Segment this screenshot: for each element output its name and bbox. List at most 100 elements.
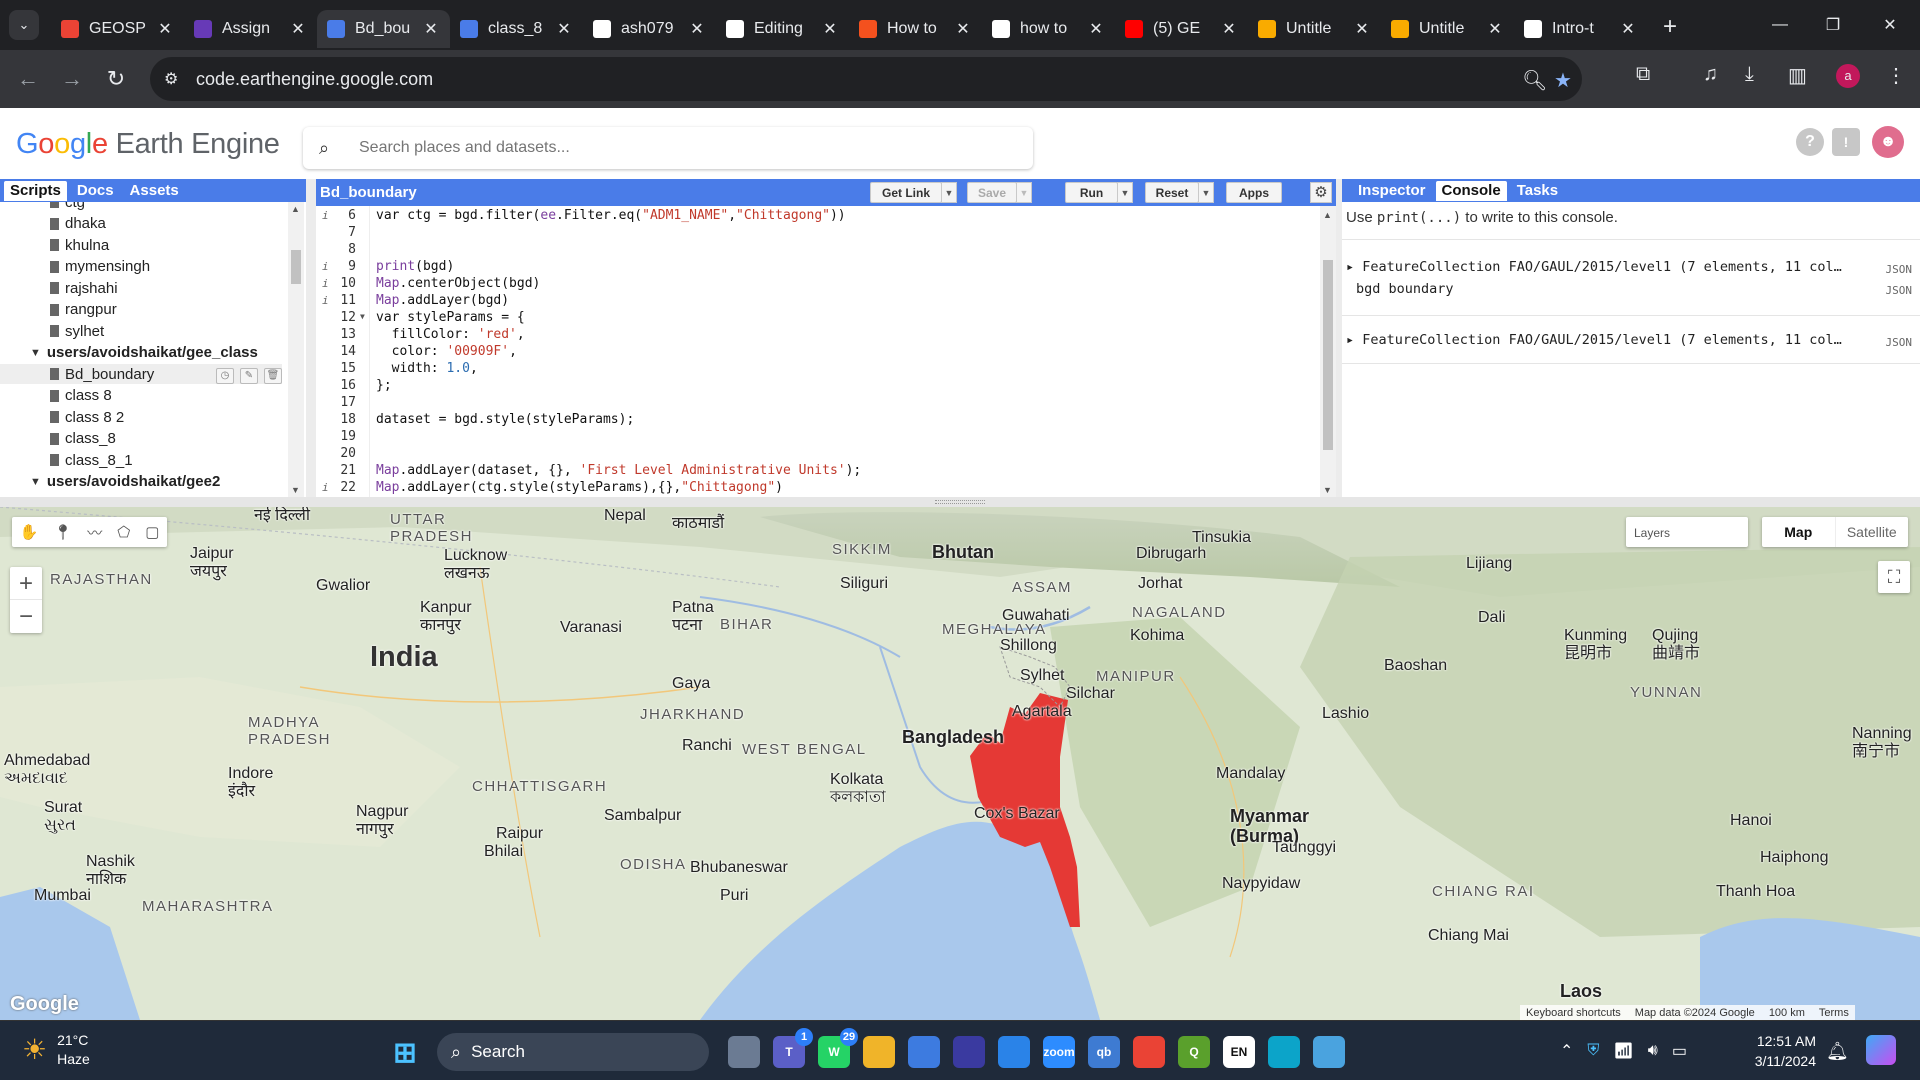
console-entry[interactable]: ▸ FeatureCollection FAO/GAUL/2015/level1… [1346, 332, 1911, 348]
notification-bell-icon[interactable]: 🔔︎ [1826, 1041, 1849, 1062]
close-tab-icon[interactable]: ✕ [954, 19, 972, 39]
tree-file[interactable]: sylhet [0, 321, 282, 341]
extensions-icon[interactable]: ⧉ [1636, 63, 1650, 86]
zoom-icon[interactable]: 🔍︎ [1522, 68, 1547, 93]
qgis-icon[interactable]: Q [1178, 1036, 1210, 1068]
tree-scrollbar[interactable]: ▲ ▼ [288, 202, 304, 497]
info-icon[interactable]: i [322, 481, 330, 494]
settings-gear-icon[interactable]: ⚙ [1310, 182, 1332, 203]
close-tab-icon[interactable]: ✕ [555, 19, 573, 39]
run-button[interactable]: Run [1065, 182, 1118, 203]
site-info-icon[interactable]: ⚙ [164, 69, 184, 89]
map-view[interactable]: India Bangladesh Bhutan Myanmar (Burma) Laos… [0, 507, 1920, 1020]
get-link-button[interactable]: Get Link [870, 182, 942, 203]
battery-icon[interactable]: ▭ [1672, 1041, 1687, 1061]
zoom-out-button[interactable]: − [10, 600, 42, 633]
json-button[interactable]: JSON [1886, 336, 1913, 349]
keyboard-shortcuts-link[interactable]: Keyboard shortcuts [1526, 1007, 1621, 1019]
tree-folder[interactable]: ▼ users/avoidshaikat/gee2 [0, 472, 282, 492]
code-line[interactable]: Map.addLayer(ctg.style(styleParams),{},"… [376, 480, 783, 497]
browser-tab[interactable]: GEOSP ✕ [51, 10, 184, 48]
code-line[interactable]: dataset = bgd.style(styleParams); [376, 412, 634, 429]
tree-file[interactable]: ctg [0, 202, 282, 212]
tree-file[interactable]: class_8 [0, 429, 282, 449]
close-tab-icon[interactable]: ✕ [1353, 19, 1371, 39]
code-line[interactable]: }; [376, 378, 392, 395]
browser-tab[interactable]: class_8 ✕ [450, 10, 583, 48]
pan-hand-icon[interactable]: ✋ [20, 523, 39, 541]
minimize-button[interactable]: — [1752, 0, 1808, 50]
mail-icon[interactable] [998, 1036, 1030, 1068]
tree-file[interactable]: khulna [0, 235, 282, 255]
editor-scrollbar[interactable]: ▲ ▼ [1320, 206, 1336, 497]
zoom-in-button[interactable]: + [10, 567, 42, 600]
code-line[interactable]: color: '00909F', [376, 344, 517, 361]
start-button-icon[interactable]: ⊞ [388, 1035, 422, 1069]
scale-bar[interactable]: 100 km [1769, 1007, 1805, 1019]
account-avatar-icon[interactable]: ☻ [1872, 126, 1904, 158]
side-panel-icon[interactable]: ▥ [1788, 63, 1807, 88]
back-button[interactable]: ← [6, 57, 50, 101]
fullscreen-icon[interactable]: ⛶ [1878, 561, 1910, 593]
tree-file[interactable]: Bd_boundary ◷ ✎ 🗑︎ [0, 364, 282, 384]
close-tab-icon[interactable]: ✕ [1087, 19, 1105, 39]
info-icon[interactable]: i [322, 277, 330, 290]
close-tab-icon[interactable]: ✕ [156, 19, 174, 39]
left-splitter[interactable] [306, 179, 316, 497]
forward-button[interactable]: → [50, 57, 94, 101]
browser-tab[interactable]: how to ✕ [982, 10, 1115, 48]
edge-icon[interactable] [1268, 1036, 1300, 1068]
browser-tab[interactable]: Editing ✕ [716, 10, 849, 48]
wifi-icon[interactable]: 📶︎ [1613, 1041, 1633, 1061]
tree-file[interactable]: class 8 2 [0, 407, 282, 427]
close-tab-icon[interactable]: ✕ [821, 19, 839, 39]
terms-link[interactable]: Terms [1819, 1007, 1849, 1019]
tab-docs[interactable]: Docs [71, 181, 120, 201]
whatsapp-icon[interactable]: W 29 [818, 1028, 858, 1068]
close-tab-icon[interactable]: ✕ [422, 19, 440, 39]
map-type-map-button[interactable]: Map [1762, 517, 1836, 547]
tab-console[interactable]: Console [1435, 180, 1507, 201]
url-text[interactable]: code.earthengine.google.com [196, 69, 433, 90]
delete-icon[interactable]: 🗑︎ [264, 367, 282, 384]
weather-widget[interactable]: ☀ 21°C Haze [22, 1031, 90, 1069]
store-icon[interactable] [908, 1036, 940, 1068]
map-type-satellite-button[interactable]: Satellite [1836, 517, 1909, 547]
tree-file[interactable]: class_8_1 [0, 450, 282, 470]
close-tab-icon[interactable]: ✕ [1220, 19, 1238, 39]
code-line[interactable]: Map.addLayer(bgd) [376, 293, 509, 310]
info-icon[interactable]: i [322, 209, 330, 222]
clock[interactable]: 12:51 AM 3/11/2024 [1748, 1031, 1816, 1071]
profile-avatar[interactable]: a [1836, 64, 1860, 88]
help-icon[interactable]: ? [1796, 128, 1824, 156]
draw-shape-icon[interactable]: ⬠ [117, 523, 130, 541]
paint-icon[interactable] [1313, 1036, 1345, 1068]
browser-tab[interactable]: Assign ✕ [184, 10, 317, 48]
browser-tab[interactable]: Intro-t ✕ [1514, 10, 1647, 48]
tab-tasks[interactable]: Tasks [1511, 181, 1564, 201]
chrome-icon[interactable] [1133, 1036, 1165, 1068]
close-tab-icon[interactable]: ✕ [1619, 19, 1637, 39]
browser-tab[interactable]: Untitle ✕ [1381, 10, 1514, 48]
taskbar-search[interactable]: ⌕ Search [437, 1033, 709, 1071]
layers-control[interactable]: Layers [1626, 517, 1748, 547]
save-button[interactable]: Save [967, 182, 1017, 203]
close-window-button[interactable]: ✕ [1862, 0, 1918, 50]
code-line[interactable]: print(bgd) [376, 259, 454, 276]
edit-icon[interactable]: ✎ [240, 367, 258, 384]
reload-button[interactable]: ↻ [94, 57, 138, 101]
tree-folder[interactable]: ▼ users/avoidshaikat/gee_class [0, 343, 282, 363]
history-icon[interactable]: ◷ [216, 367, 234, 384]
editor-scroll-thumb[interactable] [1323, 260, 1333, 450]
menu-icon[interactable]: ⋮ [1886, 63, 1906, 88]
info-icon[interactable]: i [322, 260, 330, 273]
console-entry[interactable]: ▸ FeatureCollection FAO/GAUL/2015/level1… [1346, 259, 1911, 275]
teams-icon[interactable]: T1 [773, 1028, 813, 1068]
code-line[interactable]: Map.addLayer(dataset, {}, 'First Level A… [376, 463, 861, 480]
code-line[interactable]: fillColor: 'red', [376, 327, 525, 344]
code-line[interactable]: var ctg = bgd.filter(ee.Filter.eq("ADM1_… [376, 208, 846, 225]
tree-scroll-thumb[interactable] [291, 250, 301, 284]
apps-button[interactable]: Apps [1226, 182, 1282, 203]
code-line[interactable]: var styleParams = { [376, 310, 525, 327]
security-icon[interactable]: ⛨ [1587, 1042, 1599, 1060]
